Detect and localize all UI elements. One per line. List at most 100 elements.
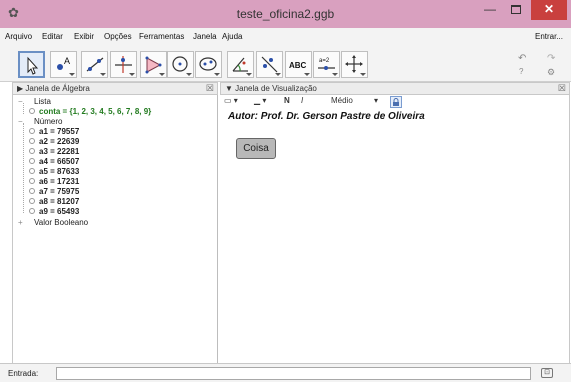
visibility-toggle-icon[interactable] [29,128,35,134]
menu-exibir[interactable]: Exibir [74,32,94,41]
graphics-view-title: Janela de Visualização [235,84,317,93]
reflect-icon [261,56,278,73]
dropdown-arrow-icon [159,73,165,76]
group-label: Lista [34,97,51,106]
move-graphics-icon [345,55,363,73]
visibility-toggle-icon[interactable] [29,158,35,164]
dropdown-arrow-icon [360,73,366,76]
close-button[interactable]: ✕ [531,0,567,20]
list-item[interactable]: a3 = 22281 [13,147,133,157]
list-item[interactable]: a9 = 65493 [13,207,133,217]
tool-slider[interactable]: a=2 [313,51,340,78]
menu-opcoes[interactable]: Opções [104,32,132,41]
list-item[interactable]: a7 = 75975 [13,187,133,197]
menu-janela[interactable]: Janela [193,32,217,41]
menu-ferramentas[interactable]: Ferramentas [139,32,184,41]
list-item[interactable]: a4 = 66507 [13,157,133,167]
visibility-toggle-icon[interactable] [29,188,35,194]
dropdown-arrow-icon [214,73,220,76]
visibility-toggle-icon[interactable] [29,208,35,214]
menu-ajuda[interactable]: Ajuda [222,32,242,41]
tool-angle[interactable] [227,51,254,78]
group-label: Valor Booleano [34,218,89,227]
menu-bar: Arquivo Editar Exibir Opções Ferramentas… [0,28,571,46]
list-item[interactable]: a5 = 87633 [13,167,133,177]
lock-button[interactable] [390,96,402,108]
visibility-toggle-icon[interactable] [29,168,35,174]
dropdown-arrow-icon [332,73,338,76]
bold-button[interactable]: N [284,96,290,105]
line-style-icon[interactable]: ▁ ▾ [254,96,266,105]
author-text: Autor: Prof. Dr. Gerson Pastre de Olivei… [228,111,425,122]
visibility-toggle-icon[interactable] [29,138,35,144]
menu-editar[interactable]: Editar [42,32,63,41]
perpendicular-line-icon [115,56,132,73]
redo-icon[interactable]: ↷ [547,53,555,64]
input-label: Entrada: [8,369,39,378]
list-item[interactable]: a2 = 22639 [13,137,133,147]
list-item[interactable]: conta = {1, 2, 3, 4, 5, 6, 7, 8, 9} [13,107,213,117]
close-view-icon[interactable]: ☒ [206,83,214,94]
visibility-toggle-icon[interactable] [29,108,35,114]
algebra-view-title: Janela de Álgebra [25,84,90,93]
tool-move-graphics[interactable] [341,51,368,78]
move-arrow-icon [27,56,39,75]
visibility-toggle-icon[interactable] [29,178,35,184]
list-item[interactable]: a8 = 81207 [13,197,133,207]
italic-button[interactable]: I [301,96,303,105]
tool-polygon[interactable] [140,51,167,78]
chevron-down-icon[interactable]: ▾ [374,96,378,105]
algebra-item-text: a1 = 79557 [39,127,80,136]
keyboard-icon[interactable]: ⊡ [541,368,553,378]
tool-line[interactable] [81,51,108,78]
visibility-toggle-icon[interactable] [29,148,35,154]
collapse-toggle-icon[interactable]: − [18,97,23,106]
close-view-icon[interactable]: ☒ [558,83,566,94]
text-tool-label: ABC [289,61,307,70]
line-icon [86,57,104,72]
color-picker-icon[interactable]: ▭ ▾ [224,96,238,105]
input-field[interactable] [56,367,531,380]
dropdown-arrow-icon [129,73,135,76]
undo-icon[interactable]: ↶ [518,53,526,64]
expand-toggle-icon[interactable]: + [18,218,23,227]
graphics-view[interactable]: Autor: Prof. Dr. Gerson Pastre de Olivei… [220,109,570,363]
coisa-button[interactable]: Coisa [236,138,276,159]
algebra-item-text: a5 = 87633 [39,167,80,176]
tool-ellipse[interactable] [195,51,222,78]
visibility-toggle-icon[interactable] [29,198,35,204]
point-label: A [64,56,70,66]
text-icon: ABC [289,61,307,70]
maximize-icon [511,5,521,15]
angle-icon [232,57,248,72]
dropdown-arrow-icon [275,73,281,76]
collapse-toggle-icon[interactable]: − [18,117,23,126]
algebra-item-text: a9 = 65493 [39,207,80,216]
collapse-arrow-icon[interactable]: ▼ [225,84,233,93]
slider-tool-label: a=2 [319,58,330,64]
settings-icon[interactable]: ⚙ [547,67,555,78]
algebra-view-header[interactable]: ▶ Janela de Álgebra ☒ [12,82,218,95]
graphics-view-header[interactable]: ▼ Janela de Visualização ☒ [220,82,570,95]
circle-icon [172,56,188,72]
list-item[interactable]: a1 = 79557 [13,127,133,137]
tool-move[interactable] [18,51,45,78]
maximize-button[interactable] [503,0,529,20]
tool-circle[interactable] [167,51,194,78]
group-label: Número [34,117,63,126]
list-item[interactable]: a6 = 17231 [13,177,133,187]
collapse-arrow-icon[interactable]: ▶ [17,84,23,93]
algebra-item-text: a3 = 22281 [39,147,80,156]
tool-perpendicular[interactable] [110,51,137,78]
help-icon[interactable]: ? [519,67,523,76]
tool-text[interactable]: ABC [285,51,312,78]
algebra-item-text: conta = {1, 2, 3, 4, 5, 6, 7, 8, 9} [39,107,152,116]
tool-reflect[interactable] [256,51,283,78]
dropdown-arrow-icon [100,73,106,76]
sign-in-link[interactable]: Entrar... [535,32,563,41]
tool-point[interactable]: A [50,51,77,78]
menu-arquivo[interactable]: Arquivo [5,32,32,41]
text-size-select[interactable]: Médio [331,96,353,105]
algebra-item-text: a8 = 81207 [39,197,80,206]
minimize-button[interactable]: — [477,0,503,20]
